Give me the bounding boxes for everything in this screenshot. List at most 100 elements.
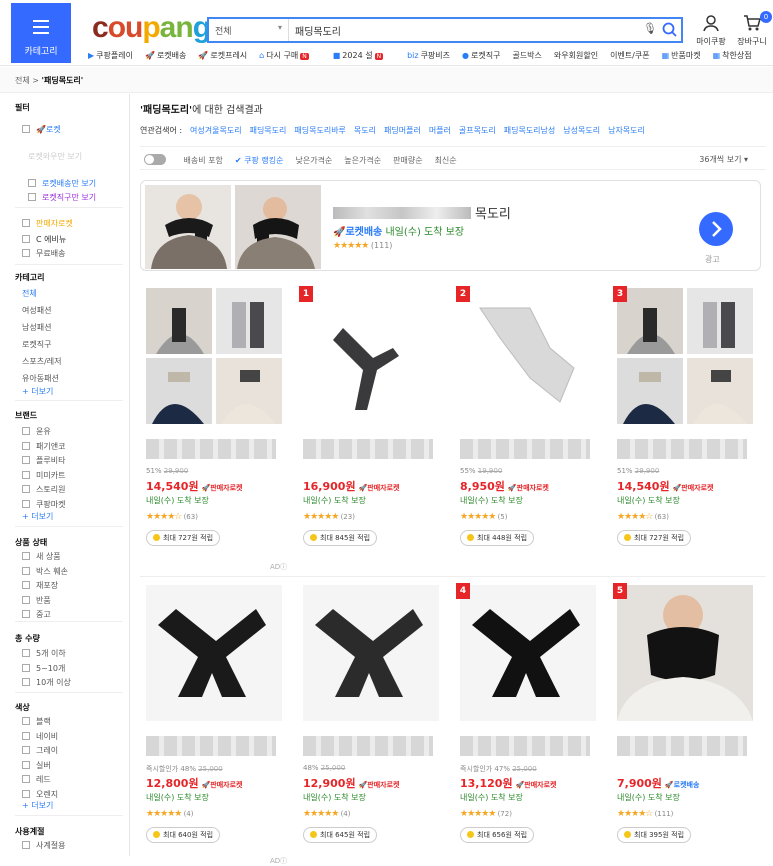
category-link[interactable]: 여성패션: [22, 305, 51, 316]
checkbox[interactable]: [22, 663, 30, 672]
checkbox[interactable]: [22, 427, 30, 435]
product-image[interactable]: [303, 585, 439, 721]
checkbox[interactable]: [22, 441, 30, 450]
product-image[interactable]: [146, 585, 282, 721]
product-name[interactable]: [303, 736, 433, 756]
product-image[interactable]: [460, 585, 596, 721]
subnav-item[interactable]: ▦ 반품마켓: [662, 51, 701, 60]
related-keyword[interactable]: 패딩목도리: [250, 126, 287, 135]
category-link[interactable]: 전체: [22, 288, 37, 299]
more-link[interactable]: + 더보기: [22, 800, 53, 811]
subnav-item[interactable]: ▦ 착한상점: [713, 51, 752, 60]
sidebar-filter-item[interactable]: 플루비타: [22, 455, 65, 466]
sort-option[interactable]: 최신순: [435, 156, 457, 165]
checkbox[interactable]: [22, 775, 30, 783]
ad-title[interactable]: 목도리: [333, 203, 511, 222]
search-input[interactable]: [295, 22, 625, 38]
product-name[interactable]: [460, 439, 590, 459]
related-keyword[interactable]: 머플러: [429, 126, 451, 135]
sidebar-filter-item[interactable]: 로켓배송만 보기: [28, 178, 96, 189]
sort-option[interactable]: ✔ 쿠팡 랭킹순: [235, 156, 284, 165]
related-keyword[interactable]: 여성겨울목도리: [190, 126, 242, 135]
checkbox[interactable]: [22, 731, 30, 740]
subnav-item[interactable]: 🚀 로켓배송: [145, 51, 186, 60]
subnav-item[interactable]: ▶ 쿠팡플레이: [88, 51, 133, 60]
subnav-item[interactable]: 골드박스: [512, 51, 541, 60]
sidebar-filter-item[interactable]: 반품: [22, 595, 51, 606]
category-menu-button[interactable]: 카테고리: [11, 3, 71, 63]
product-image[interactable]: [146, 288, 282, 424]
checkbox[interactable]: [22, 841, 30, 849]
related-keyword[interactable]: 패딩목도리남성: [504, 126, 556, 135]
product-image[interactable]: [303, 288, 439, 424]
sidebar-filter-item[interactable]: 무료배송: [22, 248, 65, 259]
sidebar-filter-item[interactable]: 레드: [22, 774, 51, 785]
sidebar-filter-item[interactable]: 중고: [22, 609, 51, 620]
product-name[interactable]: [617, 736, 747, 756]
sidebar-filter-item[interactable]: 윤유: [22, 426, 51, 437]
checkbox[interactable]: [22, 649, 30, 657]
search-icon[interactable]: [661, 21, 679, 39]
product-name[interactable]: [617, 439, 747, 459]
sidebar-filter-item[interactable]: 로켓와우만 보기: [28, 151, 82, 162]
checkbox[interactable]: [22, 760, 30, 769]
related-keyword[interactable]: 남자목도리: [608, 126, 645, 135]
category-link[interactable]: 유아동패션: [22, 373, 59, 384]
related-keyword[interactable]: 패딩목도리바루: [294, 126, 346, 135]
sort-option[interactable]: 낮은가격순: [295, 156, 332, 165]
checkbox[interactable]: [22, 610, 30, 618]
checkbox[interactable]: [22, 566, 30, 575]
checkbox[interactable]: [28, 193, 36, 201]
checkbox[interactable]: [22, 125, 30, 133]
sidebar-filter-item[interactable]: 오렌지: [22, 789, 58, 800]
subnav-item[interactable]: 🚀 로켓프레시: [198, 51, 247, 60]
sidebar-filter-item[interactable]: 미미카트: [22, 470, 65, 481]
checkbox[interactable]: [22, 581, 30, 589]
breadcrumb-root[interactable]: 전체: [15, 76, 30, 85]
sidebar-filter-item[interactable]: 패기앤코: [22, 441, 65, 452]
subnav-item[interactable]: ■ 2024 설N: [333, 51, 395, 60]
product-name[interactable]: [460, 736, 590, 756]
my-coupang-button[interactable]: 마이쿠팡: [691, 14, 731, 47]
checkbox[interactable]: [22, 789, 30, 798]
search-category-select[interactable]: 전체 ▾: [209, 19, 289, 41]
related-keyword[interactable]: 패딩머플러: [384, 126, 421, 135]
sidebar-filter-item[interactable]: 10개 이상: [22, 677, 71, 688]
sidebar-filter-item[interactable]: 쿠팡마켓: [22, 499, 65, 510]
microphone-icon[interactable]: 🎙: [643, 22, 657, 35]
product-image[interactable]: [617, 288, 753, 424]
sidebar-filter-item[interactable]: 박스 훼손: [22, 566, 68, 577]
related-keyword[interactable]: 골프목도리: [459, 126, 496, 135]
product-name[interactable]: [146, 439, 276, 459]
sidebar-filter-item[interactable]: 블랙: [22, 716, 51, 727]
sidebar-filter-item[interactable]: 스토리원: [22, 484, 65, 495]
checkbox[interactable]: [22, 219, 30, 227]
subnav-item[interactable]: ● 로켓직구: [462, 51, 500, 60]
sidebar-filter-item[interactable]: 로켓직구만 보기: [28, 192, 96, 203]
subnav-item[interactable]: biz 쿠팡비즈: [407, 51, 450, 60]
free-shipping-toggle[interactable]: [144, 154, 166, 165]
category-link[interactable]: 로켓직구: [22, 339, 51, 350]
checkbox[interactable]: [22, 595, 30, 604]
subnav-item[interactable]: 와우회원할인: [554, 51, 598, 60]
subnav-item[interactable]: ⌂ 다시 구매 N: [259, 51, 321, 60]
sidebar-filter-item[interactable]: 5~10개: [22, 663, 65, 674]
checkbox[interactable]: [22, 485, 30, 493]
checkbox[interactable]: [22, 249, 30, 257]
sidebar-filter-item[interactable]: 네이비: [22, 731, 58, 742]
sidebar-filter-item[interactable]: 사계절용: [22, 840, 65, 851]
sidebar-filter-item[interactable]: 실버: [22, 760, 51, 771]
ad-product-image[interactable]: [235, 185, 321, 269]
sidebar-filter-item[interactable]: 판매자로켓: [22, 218, 73, 229]
sort-option[interactable]: 판매량순: [393, 156, 422, 165]
coupang-logo[interactable]: coupang: [92, 11, 211, 45]
subnav-item[interactable]: 이벤트/쿠폰: [610, 51, 650, 60]
sidebar-filter-item[interactable]: 새 상품: [22, 551, 61, 562]
related-keyword[interactable]: 목도리: [354, 126, 376, 135]
ad-banner[interactable]: 목도리 🚀로켓배송 내일(수) 도착 보장 ★★★★★ (111) 광고: [140, 180, 761, 271]
sidebar-filter-item[interactable]: 그레이: [22, 745, 58, 756]
category-link[interactable]: 스포츠/레저: [22, 356, 62, 367]
checkbox[interactable]: [22, 456, 30, 464]
per-page-select[interactable]: 36개씩 보기 ▾: [699, 154, 748, 165]
checkbox[interactable]: [22, 470, 30, 479]
